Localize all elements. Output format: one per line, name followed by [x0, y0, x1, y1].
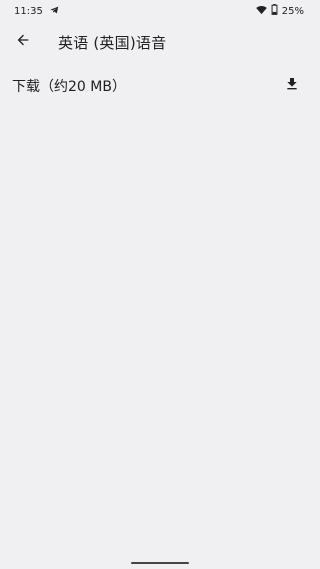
download-icon	[284, 76, 300, 96]
gesture-nav-handle[interactable]	[131, 562, 189, 564]
download-label: 下载（约20 MB）	[12, 79, 126, 95]
battery-level: 25%	[281, 5, 304, 17]
telegram-icon	[49, 5, 60, 18]
status-bar: 11:35 25%	[0, 0, 320, 22]
wifi-icon	[255, 5, 267, 18]
page-title: 英语 (英国)语音	[58, 33, 167, 52]
download-row[interactable]: 下载（约20 MB）	[0, 70, 320, 102]
back-button[interactable]	[9, 28, 37, 56]
status-left: 11:35	[14, 5, 60, 18]
battery-icon	[271, 4, 278, 18]
download-button[interactable]	[280, 74, 304, 98]
status-right: 25%	[255, 4, 304, 18]
status-time: 11:35	[14, 5, 43, 17]
arrow-back-icon	[15, 32, 31, 52]
app-bar: 英语 (英国)语音	[0, 22, 320, 62]
